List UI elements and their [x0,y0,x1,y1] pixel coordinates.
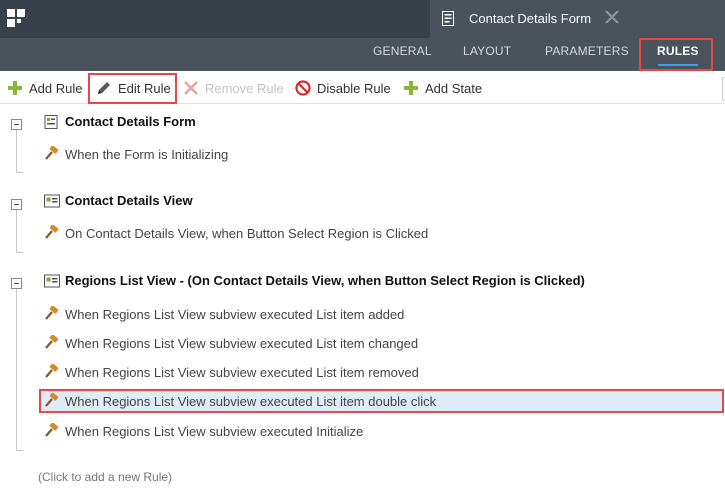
remove-x-icon [184,81,198,95]
view-icon [44,194,60,207]
group-title-form[interactable]: Contact Details Form [44,114,196,129]
tree-gutter [0,104,30,498]
collapse-toggle-group-1[interactable] [11,119,22,130]
group-title-view[interactable]: Contact Details View [44,193,193,208]
rule-item[interactable]: When Regions List View subview executed … [44,422,363,440]
add-new-rule-link[interactable]: (Click to add a new Rule) [38,470,172,484]
list-view-icon [44,274,60,287]
disable-rule-label: Disable Rule [317,80,391,96]
collapse-toggle-group-3[interactable] [11,278,22,289]
rules-tab-highlight [639,38,713,71]
tab-layout[interactable]: LAYOUT [463,44,511,58]
tree-line [16,172,23,173]
gavel-icon [45,225,59,239]
group-title-label: Contact Details View [65,193,193,208]
rule-label: When Regions List View subview executed … [65,393,437,409]
tab-parameters[interactable]: PARAMETERS [545,44,629,58]
form-icon [44,114,58,129]
title-bar: Contact Details Form [0,0,725,38]
edit-rule-highlight [88,73,177,104]
app-menu-icon[interactable] [7,9,25,27]
rule-label: When the Form is Initializing [65,146,229,162]
add-state-button[interactable]: Add State [403,79,482,97]
disable-icon [295,80,311,96]
tree-line [16,128,17,172]
disable-rule-button[interactable]: Disable Rule [295,79,391,97]
close-tab-icon[interactable] [603,8,621,26]
add-state-label: Add State [425,80,483,96]
tree-line [16,252,23,253]
plus-icon [404,81,418,95]
gavel-icon [45,393,59,407]
rule-item[interactable]: When the Form is Initializing [44,145,228,163]
rule-item[interactable]: On Contact Details View, when Button Sel… [44,224,428,242]
rule-label: On Contact Details View, when Button Sel… [65,225,429,241]
plus-icon [8,81,22,95]
rule-label: When Regions List View subview executed … [65,364,419,380]
rule-item[interactable]: When Regions List View subview executed … [44,334,418,352]
rule-item[interactable]: When Regions List View subview executed … [44,363,419,381]
tab-general[interactable]: GENERAL [373,44,432,58]
gavel-icon [45,423,59,437]
tree-line [16,450,23,451]
rule-label: When Regions List View subview executed … [65,423,364,439]
rule-item[interactable]: When Regions List View subview executed … [44,305,404,323]
gavel-icon [45,146,59,160]
remove-rule-label: Remove Rule [205,80,284,96]
add-rule-button[interactable]: Add Rule [7,79,82,97]
form-document-icon [442,11,454,26]
rule-label: When Regions List View subview executed … [65,335,419,351]
group-title-label: Regions List View - (On Contact Details … [65,273,585,288]
remove-rule-button[interactable]: Remove Rule [183,79,284,97]
rule-label: When Regions List View subview executed … [65,306,405,322]
collapse-toggle-group-2[interactable] [11,199,22,210]
group-title-list-view[interactable]: Regions List View - (On Contact Details … [44,273,585,288]
document-tab[interactable]: Contact Details Form [430,0,725,38]
tree-line [16,208,17,252]
gavel-icon [45,364,59,378]
gavel-icon [45,306,59,320]
add-rule-label: Add Rule [29,80,83,96]
tree-line [16,287,17,450]
rule-item-selected[interactable]: When Regions List View subview executed … [44,392,436,410]
document-tab-title: Contact Details Form [469,11,592,26]
gavel-icon [45,335,59,349]
group-title-label: Contact Details Form [65,114,196,129]
designer-tabs: GENERAL LAYOUT PARAMETERS RULES [0,38,725,71]
